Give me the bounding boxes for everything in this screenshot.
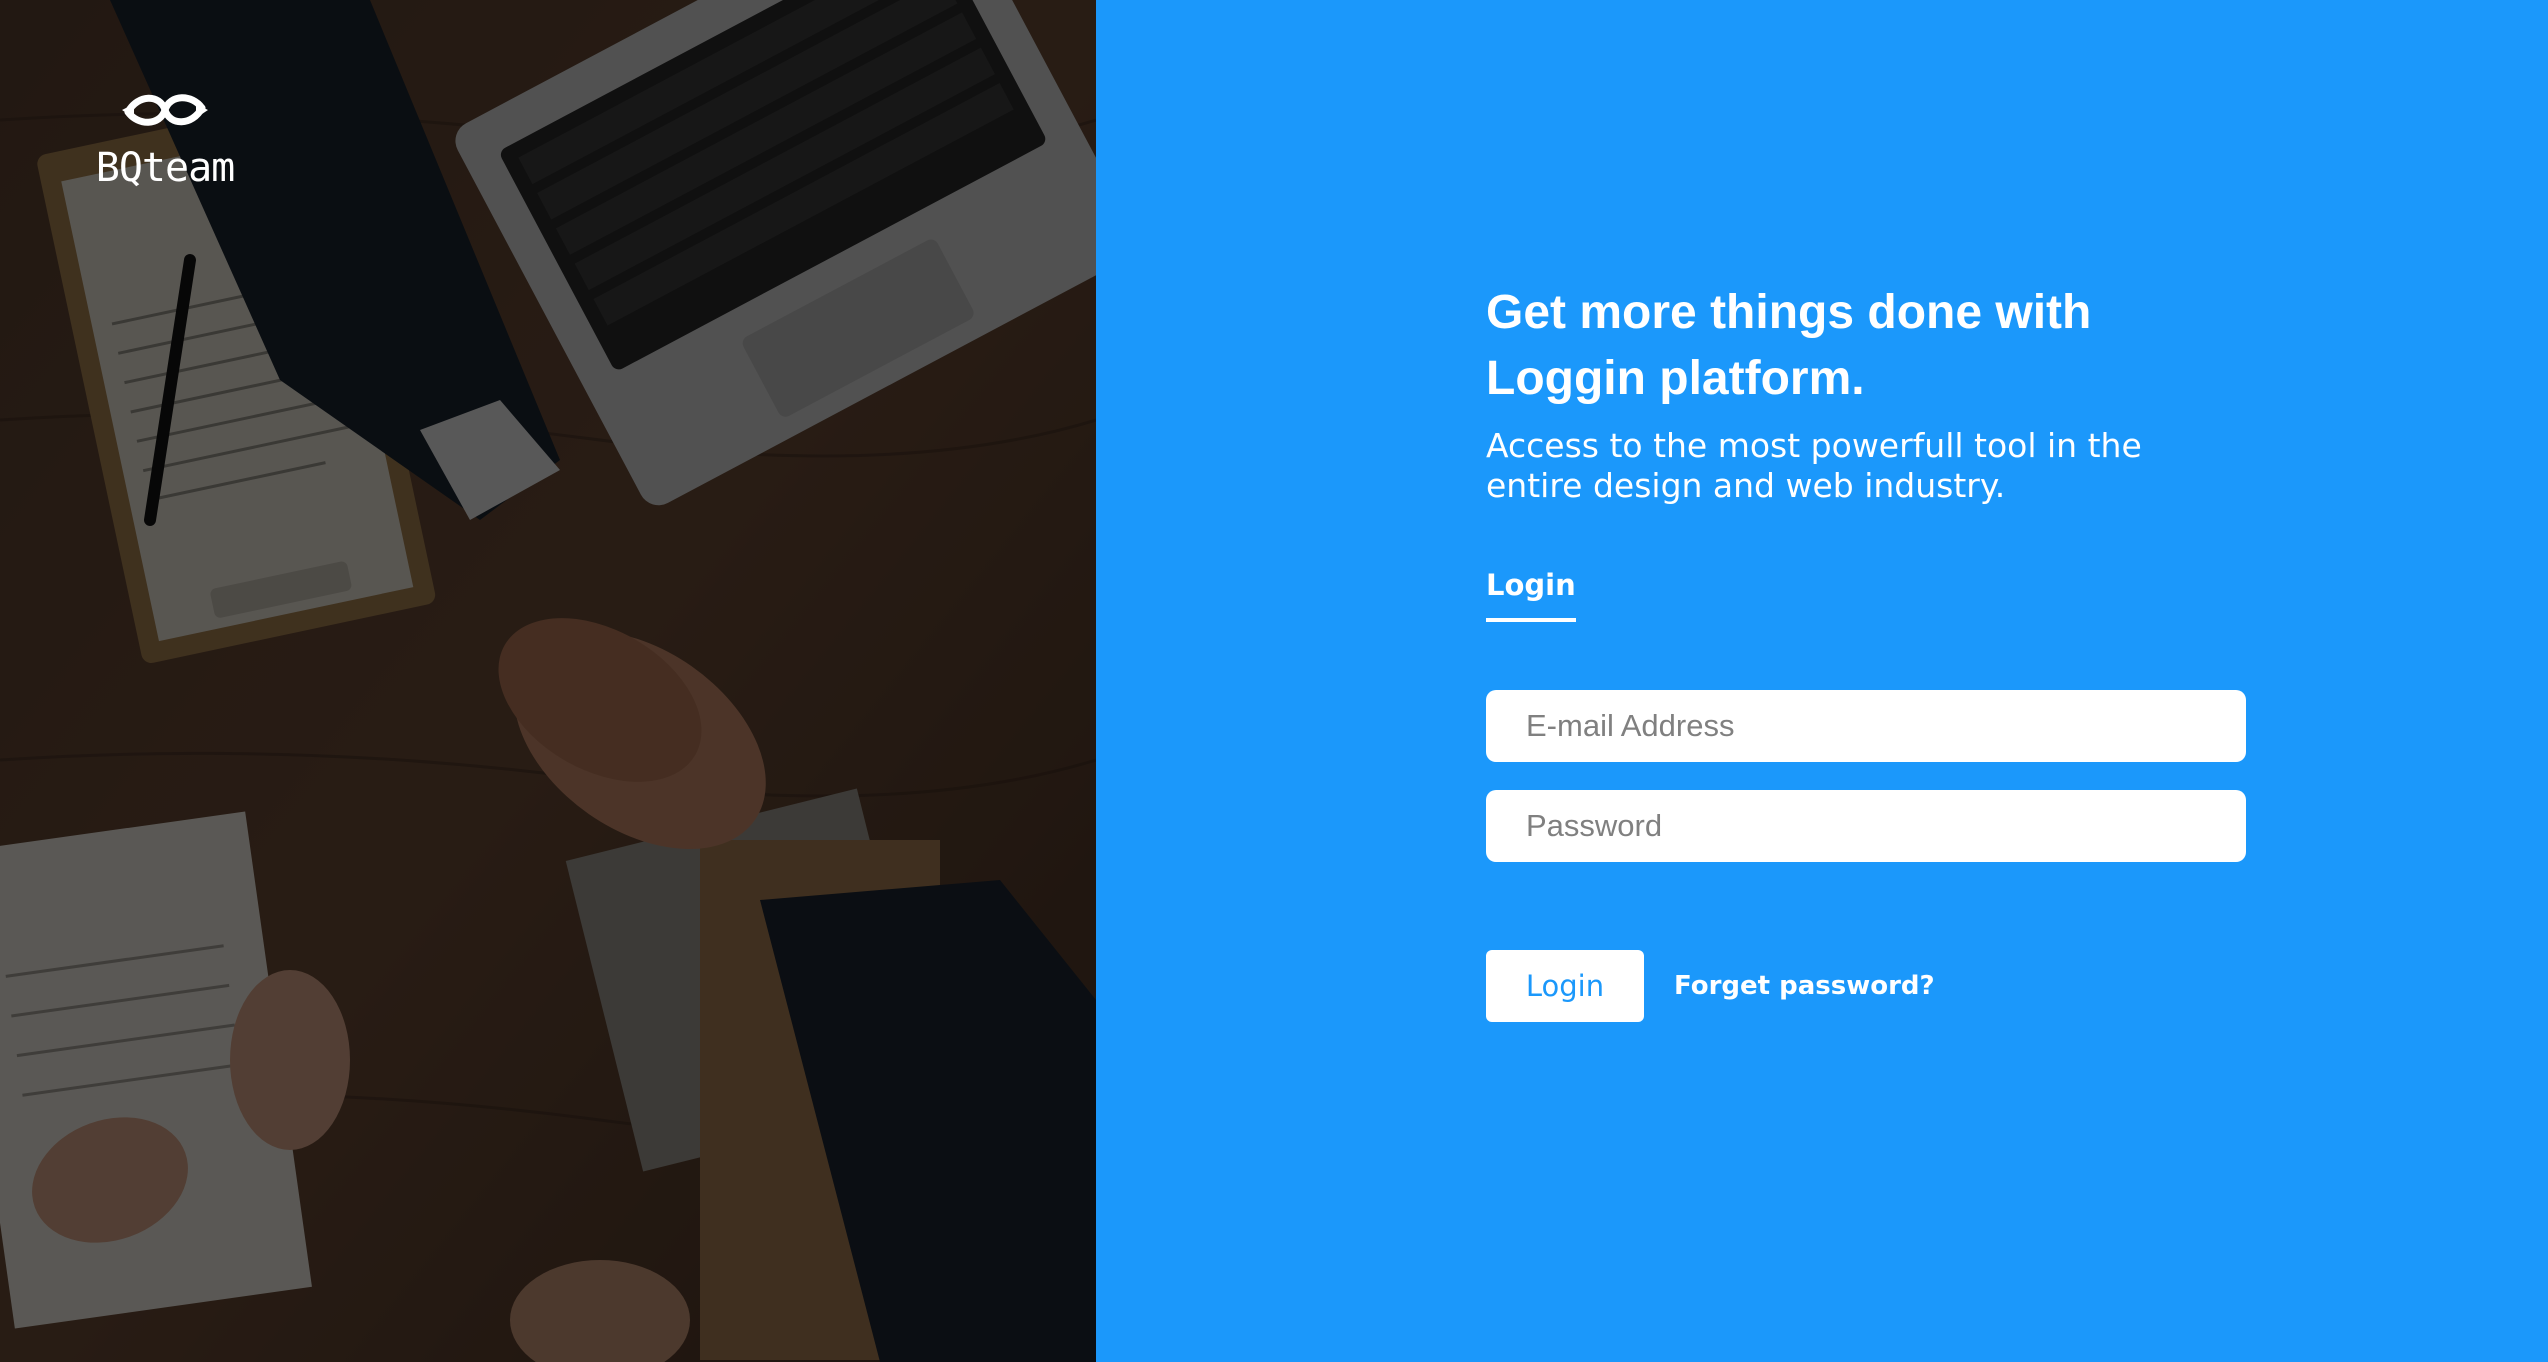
- brand[interactable]: BQteam: [90, 80, 240, 190]
- tab-login[interactable]: Login: [1486, 566, 1576, 622]
- hero-photo: [0, 0, 1096, 1362]
- login-content: Get more things done with Loggin platfor…: [1486, 280, 2246, 1022]
- login-button[interactable]: Login: [1486, 950, 1644, 1022]
- hero-panel: BQteam: [0, 0, 1096, 1362]
- forgot-password-link[interactable]: Forget password?: [1674, 971, 1935, 1001]
- brand-name: BQteam: [95, 145, 236, 191]
- interlocking-rings-logo-icon: [122, 94, 208, 126]
- form-actions: Login Forget password?: [1486, 950, 2246, 1022]
- password-field[interactable]: [1486, 790, 2246, 862]
- page-headline: Get more things done with Loggin platfor…: [1486, 286, 2092, 405]
- page-subheadline: Access to the most powerfull tool in the…: [1486, 426, 2142, 505]
- login-panel: Get more things done with Loggin platfor…: [1096, 0, 2548, 1362]
- email-field[interactable]: [1486, 690, 2246, 762]
